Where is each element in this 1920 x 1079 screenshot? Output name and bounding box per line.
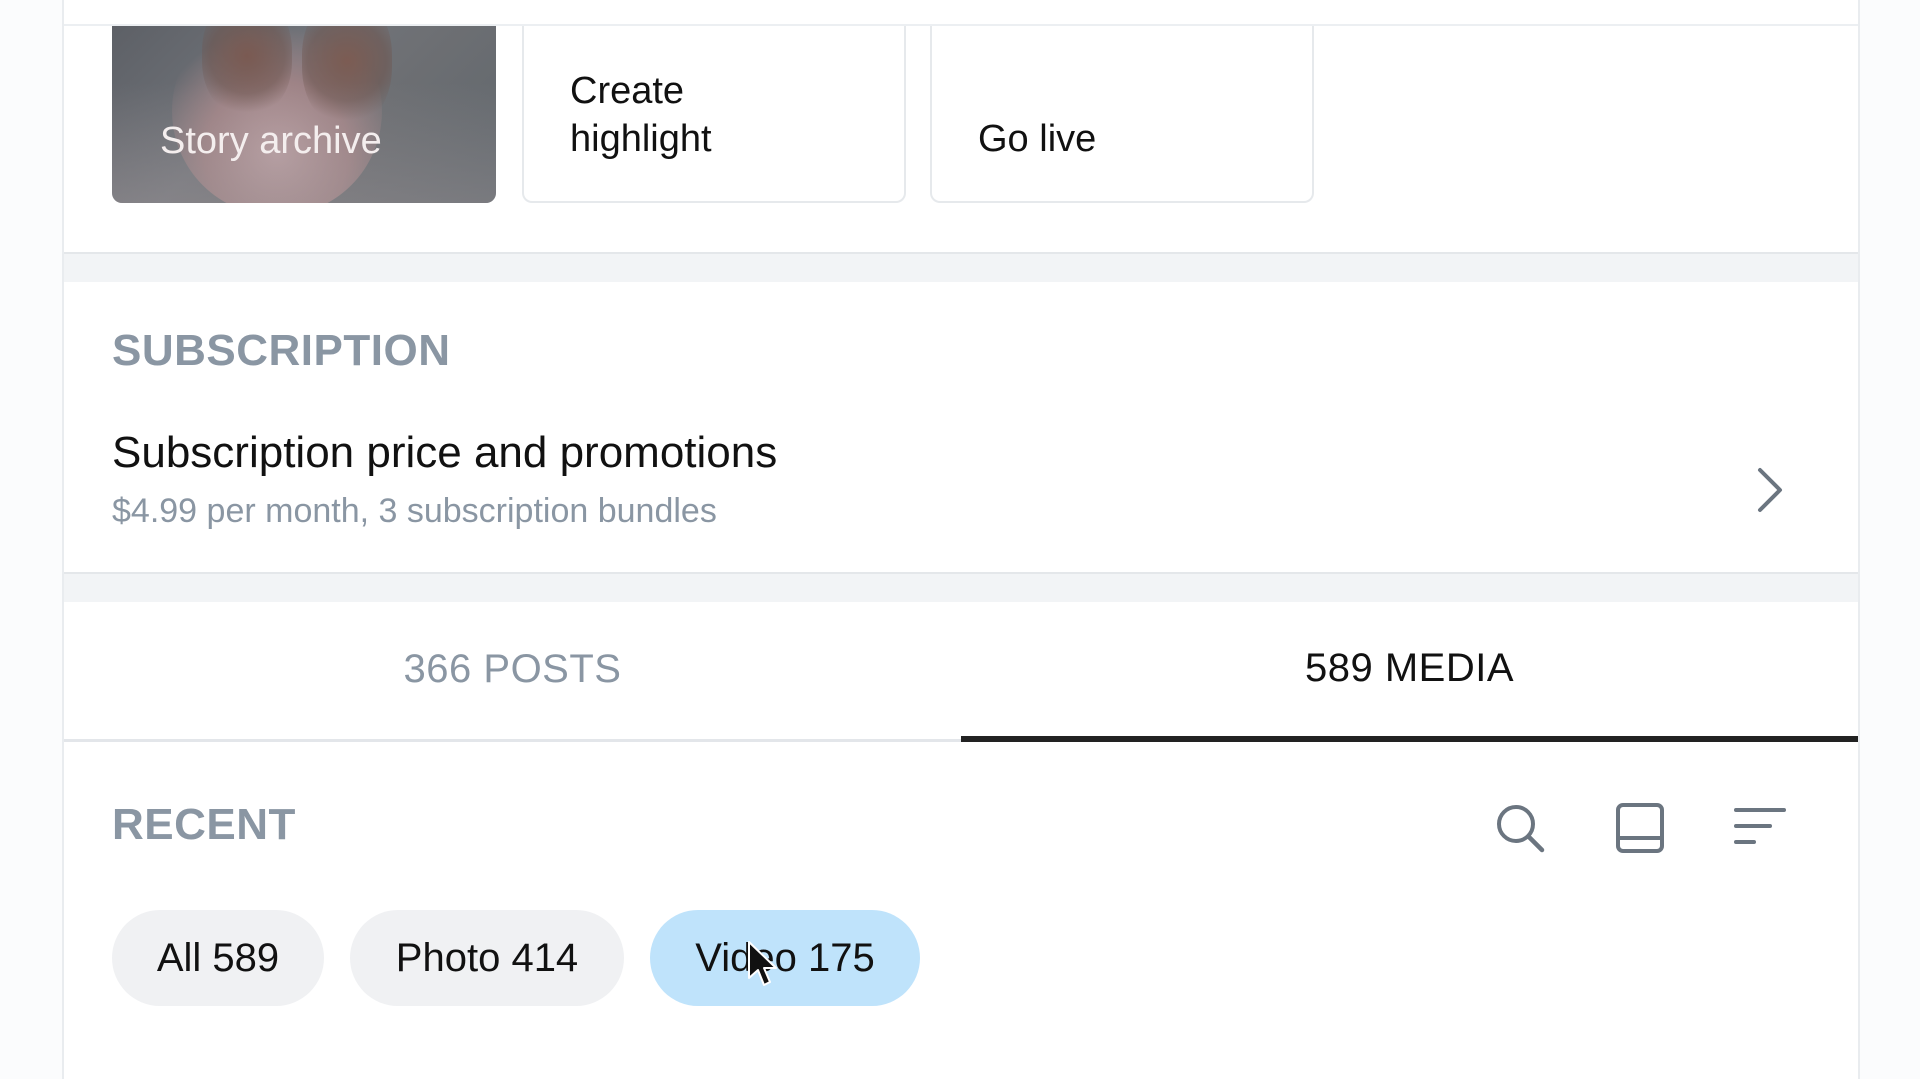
layout-icon[interactable] <box>1612 800 1668 856</box>
page-margin-right <box>1860 0 1920 1079</box>
story-archive-label: Story archive <box>160 120 382 162</box>
subscription-item-title: Subscription price and promotions <box>112 428 778 477</box>
go-live-label: Go live <box>978 118 1097 160</box>
filter-chip-all[interactable]: All 589 <box>112 910 324 1006</box>
recent-section-title: RECENT <box>112 800 296 849</box>
create-highlight-label: Create highlight <box>570 70 712 160</box>
sort-icon[interactable] <box>1732 800 1788 856</box>
subscription-section-title: SUBSCRIPTION <box>112 326 451 375</box>
filter-chip-photo[interactable]: Photo 414 <box>350 910 624 1006</box>
profile-tabs: 366 POSTS 589 MEDIA <box>64 600 1858 742</box>
search-icon[interactable] <box>1492 800 1548 856</box>
page-margin-left <box>0 0 62 1079</box>
chevron-right-icon <box>1758 468 1782 512</box>
section-separator <box>64 572 1858 602</box>
create-highlight-card[interactable]: Create highlight <box>522 26 906 203</box>
subscription-price-row[interactable]: Subscription price and promotions $4.99 … <box>64 420 1858 560</box>
profile-panel: Story archive Create highlight Go live S… <box>62 0 1860 1079</box>
tab-media[interactable]: 589 MEDIA <box>961 600 1858 742</box>
section-separator <box>64 252 1858 282</box>
story-archive-card[interactable]: Story archive <box>112 26 496 203</box>
tab-posts[interactable]: 366 POSTS <box>64 600 961 742</box>
go-live-card[interactable]: Go live <box>930 26 1314 203</box>
mouse-cursor-icon <box>748 941 777 986</box>
subscription-item-detail: $4.99 per month, 3 subscription bundles <box>112 492 717 530</box>
filter-chip-video[interactable]: Video 175 <box>650 910 920 1006</box>
